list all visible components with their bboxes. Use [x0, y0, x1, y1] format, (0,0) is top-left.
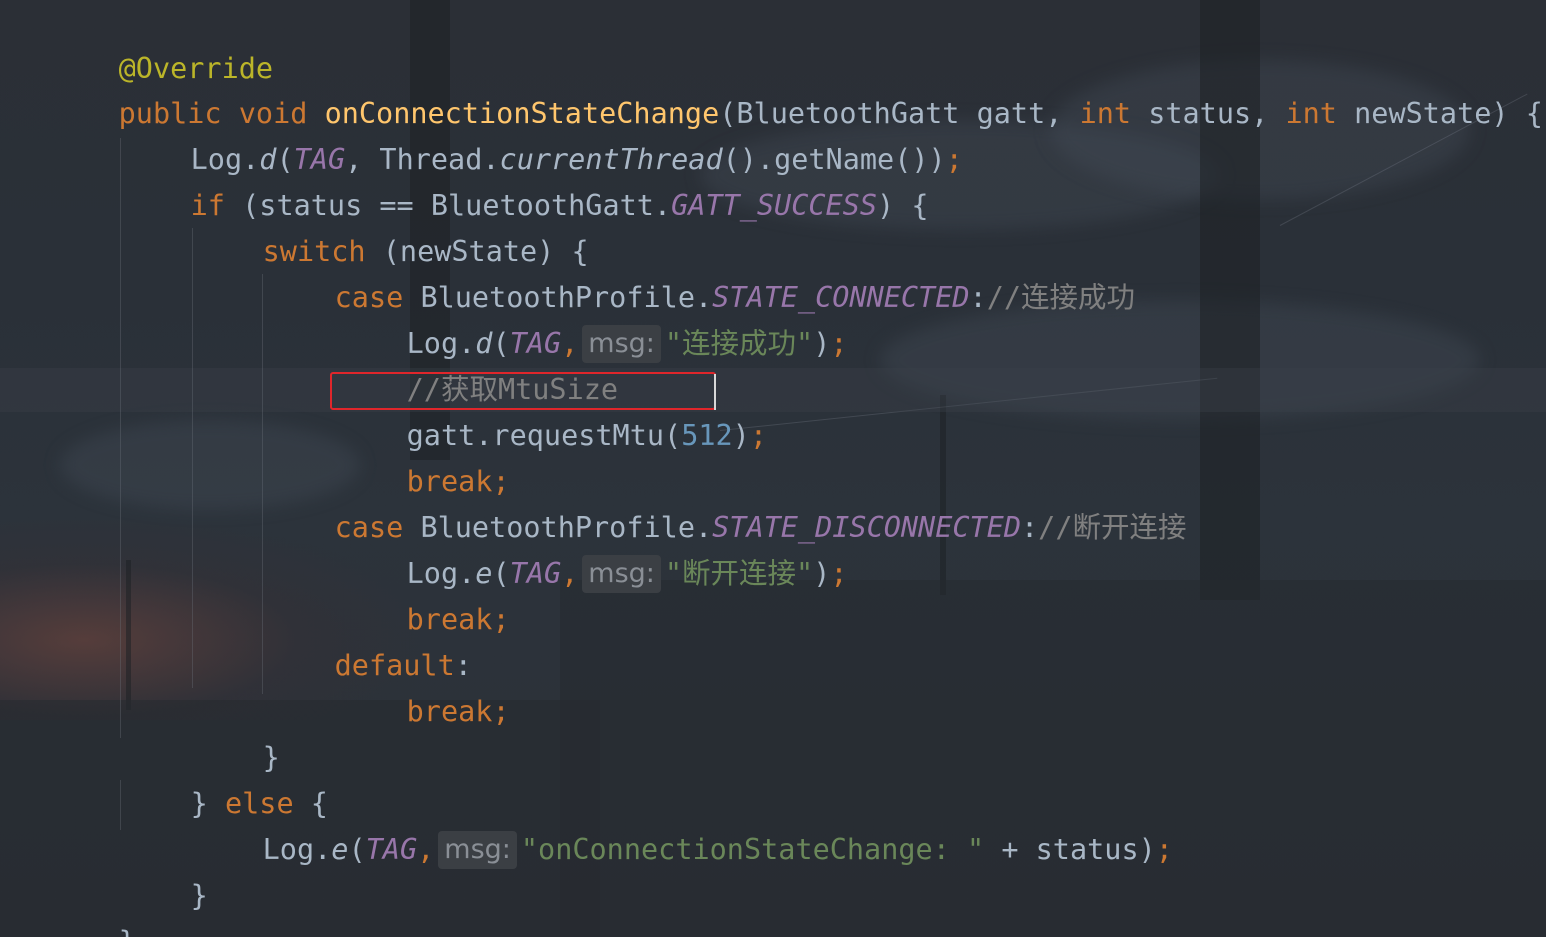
code-token: )	[813, 327, 831, 360]
code-line-log-else[interactable]: Log.e(TAG, msg: "onConnectionStateChange: …	[194, 781, 1173, 869]
code-line-break[interactable]: break;	[338, 413, 510, 498]
code-line-log-thread[interactable]: Log.d(TAG, Thread.currentThread().getNam…	[122, 91, 963, 176]
semicolon-token: ;	[830, 557, 848, 590]
code-line-break[interactable]: break;	[338, 643, 510, 728]
string-token: "断开连接"	[664, 557, 814, 590]
code-line-annotation[interactable]: @Override	[50, 0, 273, 85]
code-editor[interactable]: @Override public void onConnectionStateC…	[0, 0, 1546, 937]
keyword-token: int	[1285, 97, 1337, 130]
code-token: )	[732, 419, 750, 452]
comma-token: ,	[417, 833, 435, 866]
code-line-if[interactable]: if (status == BluetoothGatt.GATT_SUCCESS…	[122, 137, 929, 222]
code-token: }	[190, 879, 208, 912]
semicolon-token: ;	[945, 143, 963, 176]
semicolon-token: ;	[749, 419, 768, 452]
comma-token: ,	[561, 557, 579, 590]
string-token: "onConnectionStateChange: "	[520, 833, 985, 866]
code-line-comment-mtu[interactable]: //获取MtuSize	[338, 321, 618, 406]
code-token: }	[119, 925, 136, 937]
indent-guide	[192, 228, 193, 688]
code-token: )	[813, 557, 831, 590]
code-line-case-disconnected[interactable]: case BluetoothProfile.STATE_DISCONNECTED…	[266, 459, 1187, 544]
code-token: + status)	[984, 833, 1156, 866]
code-token: :	[1021, 511, 1039, 544]
code-line-close-switch[interactable]: }	[194, 689, 280, 774]
comment-token: //连接成功	[986, 281, 1136, 314]
code-line-break[interactable]: break;	[338, 551, 510, 636]
static-field-token: TAG	[365, 833, 418, 866]
code-line-else[interactable]: } else {	[122, 735, 328, 820]
current-line-highlight	[0, 368, 1546, 412]
indent-guide	[120, 780, 121, 830]
code-token: :	[969, 281, 987, 314]
indent-guide	[262, 274, 263, 694]
semicolon-token: ;	[492, 603, 510, 636]
static-field-token: GATT_SUCCESS	[671, 189, 877, 222]
code-line-close-else[interactable]: }	[122, 827, 208, 912]
code-line-case-connected[interactable]: case BluetoothProfile.STATE_CONNECTED://…	[266, 229, 1135, 314]
indent-guide	[120, 138, 121, 738]
semicolon-token: ;	[830, 327, 848, 360]
red-highlight-box	[330, 372, 716, 410]
code-token: Log.	[262, 833, 332, 866]
parameter-hint: msg:	[582, 555, 661, 593]
code-line-default[interactable]: default:	[266, 597, 472, 682]
code-token: ) {	[877, 189, 929, 222]
static-field-token: TAG	[509, 557, 562, 590]
keyword-token: int	[1079, 97, 1132, 130]
code-line-log-connected[interactable]: Log.d(TAG, msg: "连接成功");	[338, 275, 848, 363]
semicolon-token: ;	[1155, 833, 1173, 866]
code-token: status,	[1131, 97, 1286, 130]
code-line-switch[interactable]: switch (newState) {	[194, 183, 589, 268]
parameter-hint: msg:	[438, 831, 517, 869]
semicolon-token: ;	[492, 695, 510, 728]
number-token: 512	[681, 419, 733, 452]
string-token: "连接成功"	[664, 327, 814, 360]
code-token: e	[331, 833, 349, 866]
keyword-token: break	[406, 695, 493, 728]
code-token: (	[348, 833, 366, 866]
code-token: newState) {	[1336, 97, 1543, 130]
code-line-signature[interactable]: public void onConnectionStateChange(Blue…	[50, 45, 1543, 130]
code-line-log-disconnected[interactable]: Log.e(TAG, msg: "断开连接");	[338, 505, 848, 593]
text-caret	[714, 374, 716, 410]
code-line-close-method[interactable]: }	[50, 873, 136, 937]
comment-token: //断开连接	[1038, 511, 1187, 544]
